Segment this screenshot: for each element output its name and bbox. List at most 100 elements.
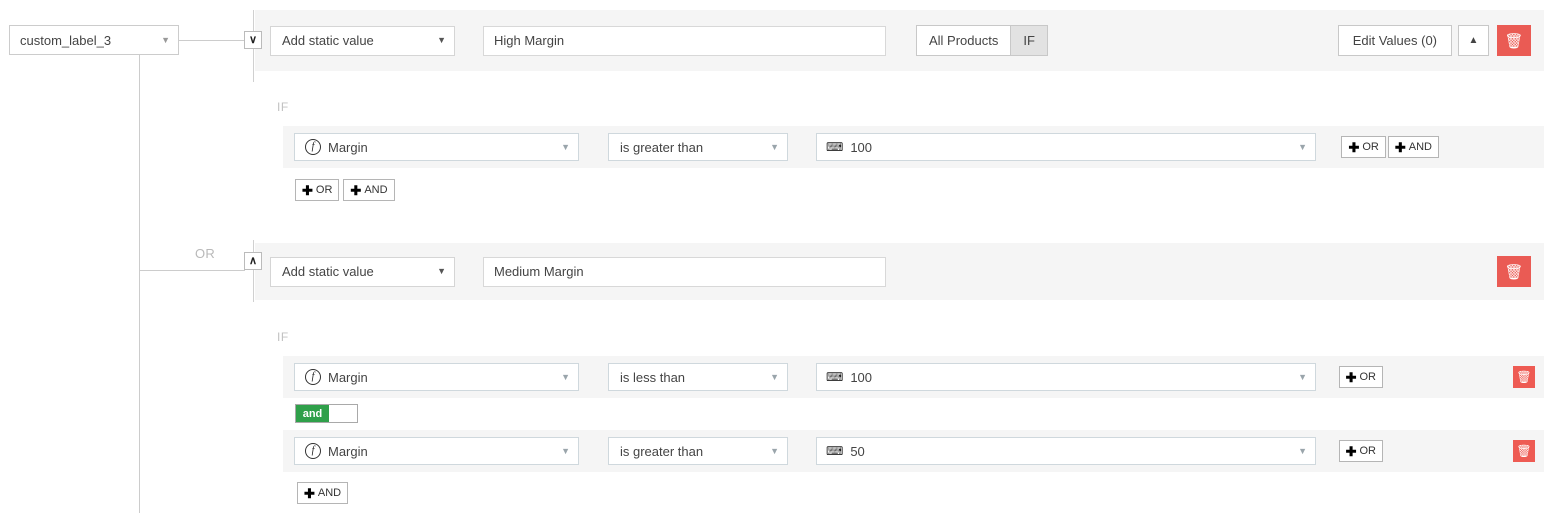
condition-field-select[interactable]: f Margin ▼ bbox=[294, 133, 579, 161]
block-1-static-value-label: Add static value bbox=[282, 33, 374, 48]
tree-trunk-line bbox=[139, 55, 140, 513]
plus-icon: ✚ bbox=[1346, 445, 1357, 458]
add-or-condition-label: OR bbox=[1360, 445, 1377, 457]
condition-delete-button[interactable]: 🗑 bbox=[1513, 366, 1535, 388]
keyboard-icon: ⌨ bbox=[826, 445, 843, 457]
condition-value-select[interactable]: ⌨ 100 ▼ bbox=[816, 363, 1316, 391]
add-or-condition-button[interactable]: ✚ OR bbox=[1339, 440, 1383, 462]
condition-delete-button[interactable]: 🗑 bbox=[1513, 440, 1535, 462]
keyboard-icon: ⌨ bbox=[826, 371, 843, 383]
condition-operator-label: is greater than bbox=[620, 444, 703, 459]
condition-field-label: Margin bbox=[328, 444, 368, 459]
condition-value-select[interactable]: ⌨ 100 ▼ bbox=[816, 133, 1316, 161]
condition-field-label: Margin bbox=[328, 370, 368, 385]
custom-label-select[interactable]: custom_label_3 ▼ bbox=[9, 25, 179, 55]
plus-icon: ✚ bbox=[1395, 141, 1406, 154]
block-2-header: Add static value ▼ Medium Margin 🗑 bbox=[255, 243, 1544, 300]
condition-field-label: Margin bbox=[328, 140, 368, 155]
caret-down-icon: ▼ bbox=[437, 267, 446, 276]
plus-icon: ✚ bbox=[1346, 371, 1357, 384]
block-2-output-value-text: Medium Margin bbox=[494, 264, 584, 279]
condition-field-select[interactable]: f Margin ▼ bbox=[294, 437, 579, 465]
footer-add-and-label: AND bbox=[364, 184, 387, 196]
block-2-condition-row-2: f Margin ▼ is greater than ▼ ⌨ 50 ▼ ✚ OR… bbox=[283, 430, 1544, 472]
block-2-footer-buttons: ✚ AND bbox=[297, 482, 348, 504]
plus-icon: ✚ bbox=[350, 184, 361, 197]
footer-add-or-button[interactable]: ✚ OR bbox=[295, 179, 339, 201]
add-and-condition-button[interactable]: ✚ AND bbox=[1388, 136, 1439, 158]
condition-operator-label: is less than bbox=[620, 370, 685, 385]
and-toggle-off-slot bbox=[329, 405, 357, 422]
block-2-condition-row-1: f Margin ▼ is less than ▼ ⌨ 100 ▼ ✚ OR 🗑 bbox=[283, 356, 1544, 398]
tree-branch-block-1 bbox=[179, 40, 245, 41]
caret-down-icon: ▼ bbox=[561, 373, 570, 382]
caret-down-icon: ▼ bbox=[770, 447, 779, 456]
plus-icon: ✚ bbox=[304, 487, 315, 500]
keyboard-icon: ⌨ bbox=[826, 141, 843, 153]
trash-icon: 🗑 bbox=[1504, 32, 1523, 50]
condition-value-label: 100 bbox=[850, 370, 872, 385]
block-2-output-value-input[interactable]: Medium Margin bbox=[483, 257, 886, 287]
add-and-condition-label: AND bbox=[1409, 141, 1432, 153]
caret-down-icon: ▼ bbox=[1298, 143, 1307, 152]
block-1-row-1-actions: ✚ OR ✚ AND bbox=[1341, 136, 1439, 158]
block-2-delete-button[interactable]: 🗑 bbox=[1497, 256, 1531, 287]
condition-value-select[interactable]: ⌨ 50 ▼ bbox=[816, 437, 1316, 465]
plus-icon: ✚ bbox=[302, 184, 313, 197]
block-1-static-value-select[interactable]: Add static value ▼ bbox=[270, 26, 455, 56]
block-2-row-1-actions: ✚ OR 🗑 bbox=[1339, 366, 1535, 388]
chevron-up-icon: ∧ bbox=[249, 256, 257, 267]
caret-down-icon: ▼ bbox=[161, 36, 170, 45]
caret-down-icon: ▼ bbox=[1298, 373, 1307, 382]
block-1-output-value-text: High Margin bbox=[494, 33, 564, 48]
block-1-scope-tabs: All Products IF bbox=[916, 25, 1048, 56]
footer-add-and-button[interactable]: ✚ AND bbox=[343, 179, 394, 201]
block-rail-2 bbox=[253, 240, 254, 302]
block-1-header: Add static value ▼ High Margin All Produ… bbox=[255, 10, 1544, 71]
block-2-collapse-toggle[interactable]: ∧ bbox=[244, 252, 262, 270]
block-2-static-value-select[interactable]: Add static value ▼ bbox=[270, 257, 455, 287]
footer-add-and-button[interactable]: ✚ AND bbox=[297, 482, 348, 504]
tree-branch-block-2 bbox=[139, 270, 245, 271]
chevron-down-icon: ∨ bbox=[249, 35, 257, 46]
block-1-collapse-button[interactable]: ▲ bbox=[1458, 25, 1489, 56]
and-or-toggle[interactable]: and bbox=[295, 404, 358, 423]
footer-add-or-label: OR bbox=[316, 184, 333, 196]
caret-down-icon: ▼ bbox=[437, 36, 446, 45]
plus-icon: ✚ bbox=[1348, 141, 1359, 154]
block-1-footer-buttons: ✚ OR ✚ AND bbox=[295, 179, 395, 201]
add-or-condition-button[interactable]: ✚ OR bbox=[1339, 366, 1383, 388]
trash-icon: 🗑 bbox=[1516, 444, 1531, 458]
block-2-row-2-actions: ✚ OR 🗑 bbox=[1339, 440, 1535, 462]
custom-label-select-value: custom_label_3 bbox=[20, 33, 111, 48]
function-icon: f bbox=[305, 139, 321, 155]
condition-value-label: 100 bbox=[850, 140, 872, 155]
block-2-static-value-label: Add static value bbox=[282, 264, 374, 279]
function-icon: f bbox=[305, 369, 321, 385]
block-1-output-value-input[interactable]: High Margin bbox=[483, 26, 886, 56]
edit-values-button[interactable]: Edit Values (0) bbox=[1338, 25, 1452, 56]
caret-down-icon: ▼ bbox=[561, 447, 570, 456]
tab-all-products[interactable]: All Products bbox=[916, 25, 1011, 56]
condition-operator-select[interactable]: is greater than ▼ bbox=[608, 133, 788, 161]
blocks-join-label: OR bbox=[195, 246, 215, 261]
condition-operator-select[interactable]: is greater than ▼ bbox=[608, 437, 788, 465]
add-or-condition-button[interactable]: ✚ OR bbox=[1341, 136, 1385, 158]
condition-operator-select[interactable]: is less than ▼ bbox=[608, 363, 788, 391]
condition-value-label: 50 bbox=[850, 444, 864, 459]
footer-add-and-label: AND bbox=[318, 487, 341, 499]
block-1-condition-row-1: f Margin ▼ is greater than ▼ ⌨ 100 ▼ ✚ O… bbox=[283, 126, 1544, 168]
tab-if[interactable]: IF bbox=[1011, 25, 1048, 56]
caret-up-icon: ▲ bbox=[1469, 35, 1479, 46]
block-1-if-label: IF bbox=[277, 100, 289, 114]
condition-field-select[interactable]: f Margin ▼ bbox=[294, 363, 579, 391]
caret-down-icon: ▼ bbox=[1298, 447, 1307, 456]
block-1-delete-button[interactable]: 🗑 bbox=[1497, 25, 1531, 56]
function-icon: f bbox=[305, 443, 321, 459]
caret-down-icon: ▼ bbox=[770, 143, 779, 152]
caret-down-icon: ▼ bbox=[770, 373, 779, 382]
block-1-collapse-toggle[interactable]: ∨ bbox=[244, 31, 262, 49]
add-or-condition-label: OR bbox=[1362, 141, 1379, 153]
block-2-if-label: IF bbox=[277, 330, 289, 344]
trash-icon: 🗑 bbox=[1516, 370, 1531, 384]
